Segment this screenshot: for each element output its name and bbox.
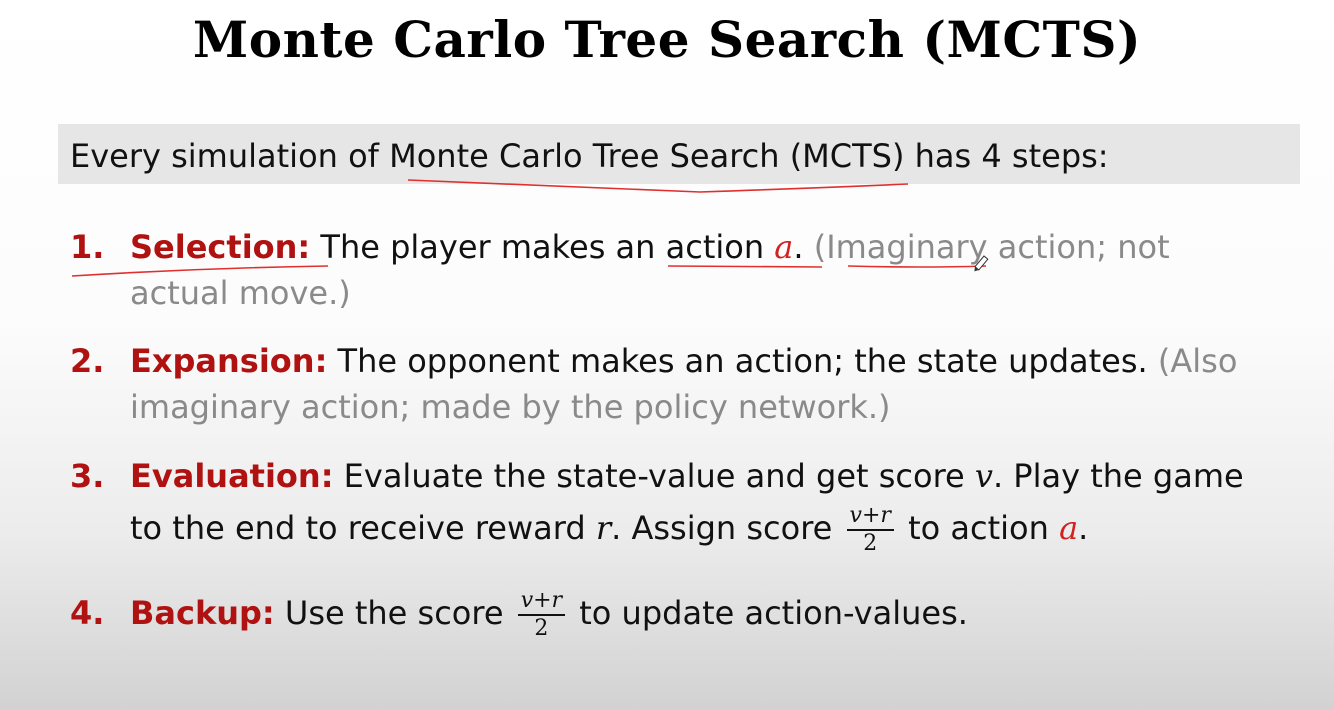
note-start: (Also: [1157, 342, 1238, 380]
step-keyword: Evaluation:: [130, 457, 334, 495]
step-expansion: 2. Expansion: The opponent makes an actio…: [70, 338, 1237, 430]
step-note-line2: actual move.): [130, 274, 351, 312]
fraction-denominator: 2: [863, 531, 878, 556]
step-evaluation: 3. Evaluation: Evaluate the state-value a…: [70, 453, 1244, 557]
step-number: 2.: [70, 342, 105, 380]
var-r: r: [595, 509, 612, 547]
fraction-numerator: v+r: [517, 588, 566, 616]
var-a: a: [774, 228, 794, 266]
fraction-numerator: v+r: [846, 503, 894, 531]
var-v: v: [974, 457, 993, 495]
slide-title: Monte Carlo Tree Search (MCTS): [192, 10, 1142, 69]
note-open: (: [803, 228, 827, 266]
step-keyword: Backup:: [130, 594, 275, 632]
step-number: 4.: [70, 594, 105, 632]
step-keyword: Expansion:: [130, 342, 328, 380]
step-text-b: . Play the game: [992, 457, 1244, 495]
step-note-line2: imaginary action; made by the policy net…: [130, 388, 891, 426]
step-text: Use the score: [274, 594, 514, 632]
step-keyword: Selection:: [130, 228, 311, 266]
step-underlined-word: action: [665, 228, 765, 266]
note-rest: action; not: [987, 228, 1170, 266]
step-number: 3.: [70, 457, 105, 495]
var-a: a: [1059, 509, 1079, 547]
step-line2-b: . Assign score: [611, 509, 843, 547]
note-underlined: Imaginary: [826, 228, 988, 266]
step-selection: 1. Selection: The player makes an action …: [70, 224, 1170, 316]
step-number: 1.: [70, 228, 105, 266]
step-text: The opponent makes an action; the state …: [327, 342, 1158, 380]
intro-after: has 4 steps:: [904, 137, 1109, 175]
intro-before: Every simulation of: [70, 137, 390, 175]
step-text: Evaluate the state-value and get score: [333, 457, 975, 495]
step-backup: 4. Backup: Use the score v+r 2 to update a…: [70, 588, 968, 642]
step-text: The player makes an: [310, 228, 666, 266]
fraction-denominator: 2: [534, 616, 549, 641]
intro-text: Every simulation of Monte Carlo Tree Sea…: [70, 137, 1109, 175]
intro-highlight: Monte Carlo Tree Search (MCTS): [389, 137, 905, 175]
step-text-b: to update action-values.: [569, 594, 968, 632]
fraction: v+r 2: [846, 503, 894, 557]
step-line2-d: .: [1078, 509, 1089, 547]
fraction: v+r 2: [517, 588, 566, 642]
step-line2-c: to action: [897, 509, 1060, 547]
step-line2-a: to the end to receive reward: [130, 509, 596, 547]
step-dot: .: [793, 228, 804, 266]
